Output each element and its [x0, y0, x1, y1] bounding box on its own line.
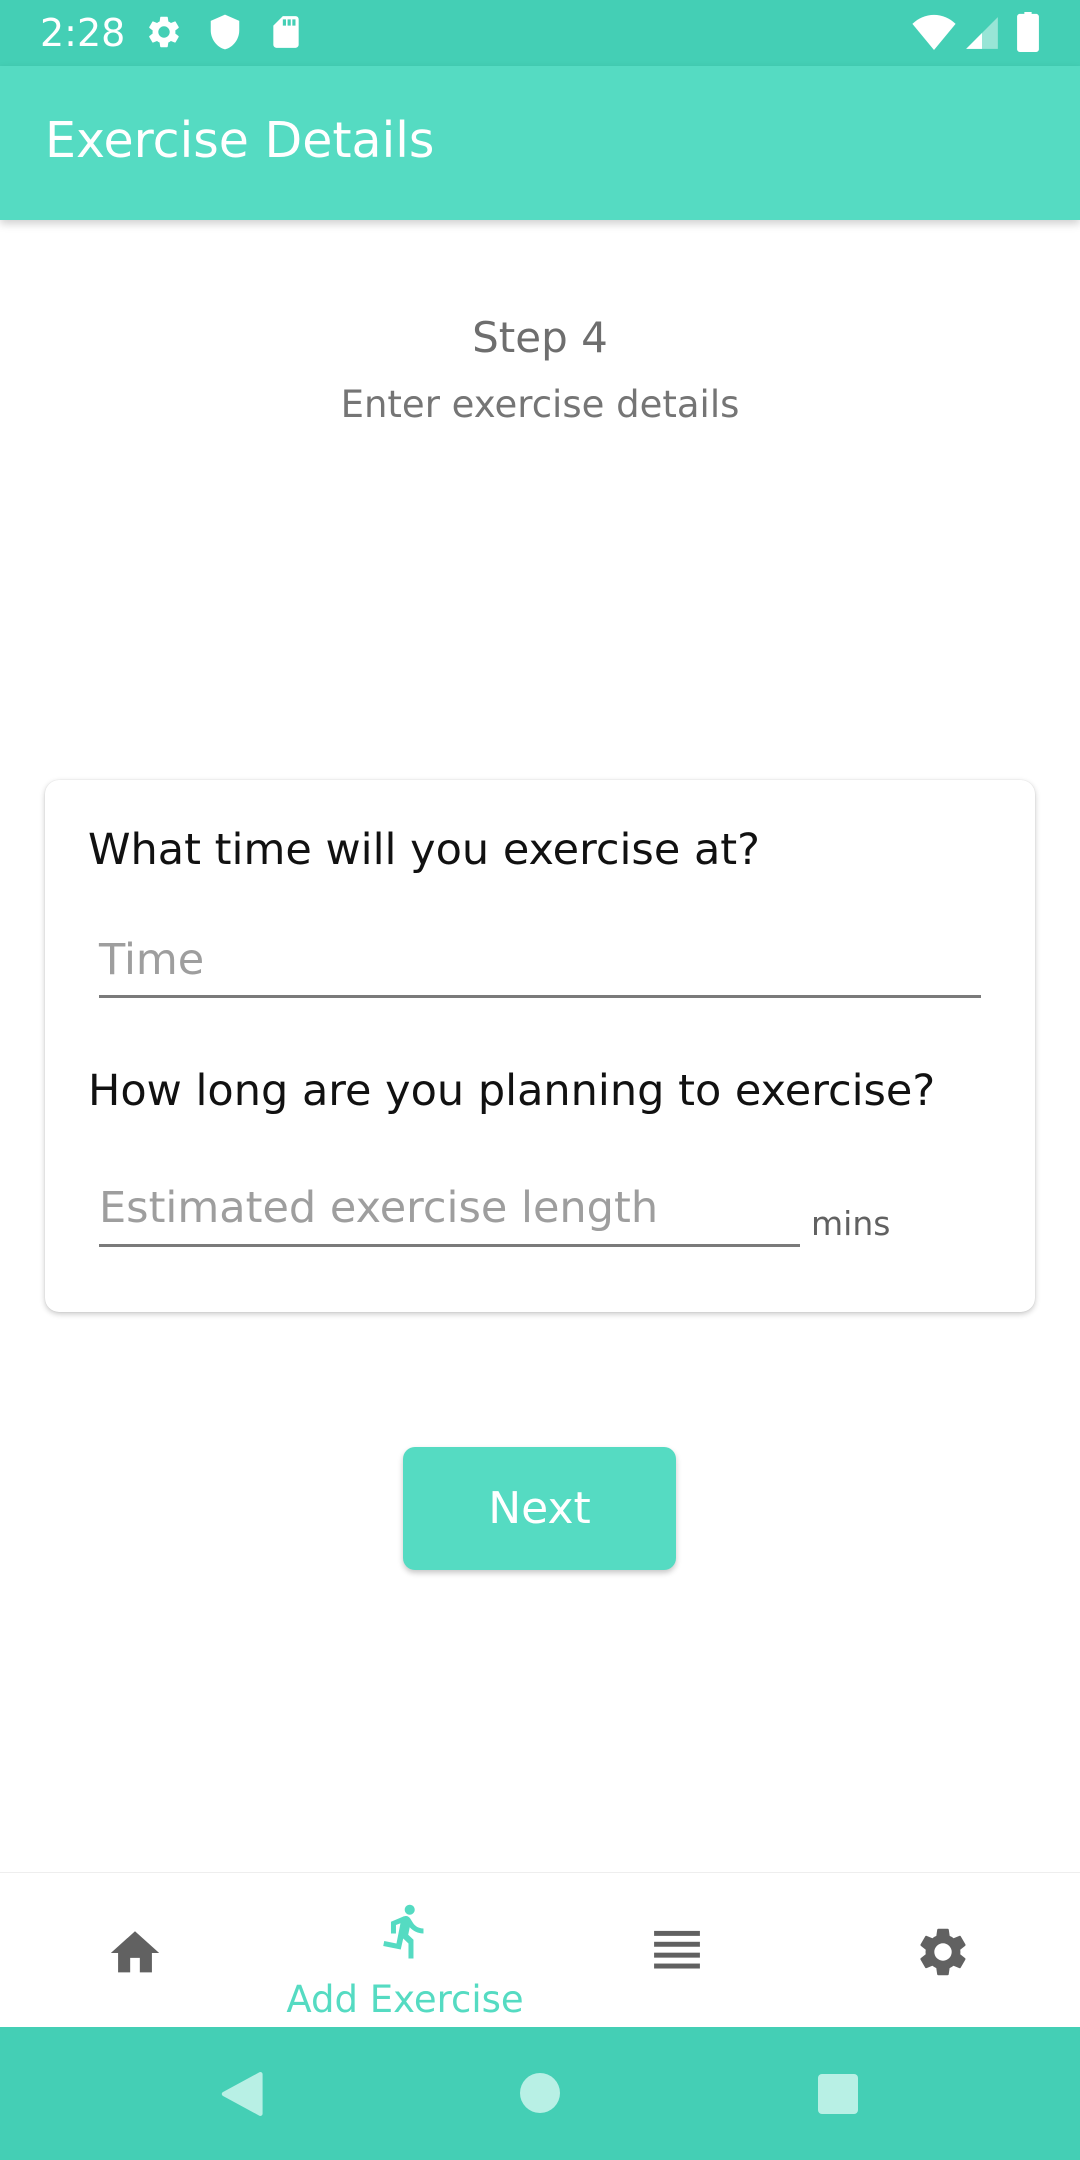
- length-question: How long are you planning to exercise?: [88, 1066, 936, 1116]
- gear-icon: [920, 1928, 966, 1976]
- app-bar: Exercise Details: [0, 66, 1080, 220]
- list-icon: [654, 1930, 700, 1969]
- back-icon[interactable]: [218, 2069, 264, 2119]
- length-unit-label: mins: [811, 1204, 891, 1243]
- home-circle-icon[interactable]: [520, 2073, 560, 2113]
- page-title: Exercise Details: [45, 112, 435, 169]
- status-time: 2:28: [40, 11, 126, 55]
- exercise-length-placeholder: Estimated exercise length: [99, 1183, 659, 1233]
- exercise-details-card: What time will you exercise at? Time How…: [45, 780, 1035, 1312]
- next-button[interactable]: Next: [403, 1447, 676, 1570]
- step-title: Step 4: [472, 313, 608, 362]
- shield-icon: [210, 14, 240, 50]
- home-icon: [110, 1931, 160, 1973]
- time-question: What time will you exercise at?: [88, 825, 760, 875]
- time-placeholder: Time: [99, 935, 205, 985]
- exercise-length-underline: [99, 1244, 800, 1247]
- sd-card-icon: [273, 16, 299, 48]
- battery-icon: [1017, 12, 1039, 52]
- running-person-icon: [383, 1904, 424, 1959]
- signal-icon: [966, 17, 998, 49]
- recents-icon[interactable]: [817, 2074, 859, 2114]
- bottom-navigation: Add Exercise: [0, 1872, 1080, 2028]
- time-input-underline: [99, 995, 981, 998]
- wifi-icon: [912, 14, 956, 50]
- step-subtitle: Enter exercise details: [340, 383, 740, 426]
- status-bar: 2:28: [0, 0, 1080, 66]
- nav-item-add-exercise-label: Add Exercise: [286, 1978, 524, 2021]
- system-navigation-bar: [0, 2027, 1080, 2160]
- gear-icon: [149, 16, 179, 48]
